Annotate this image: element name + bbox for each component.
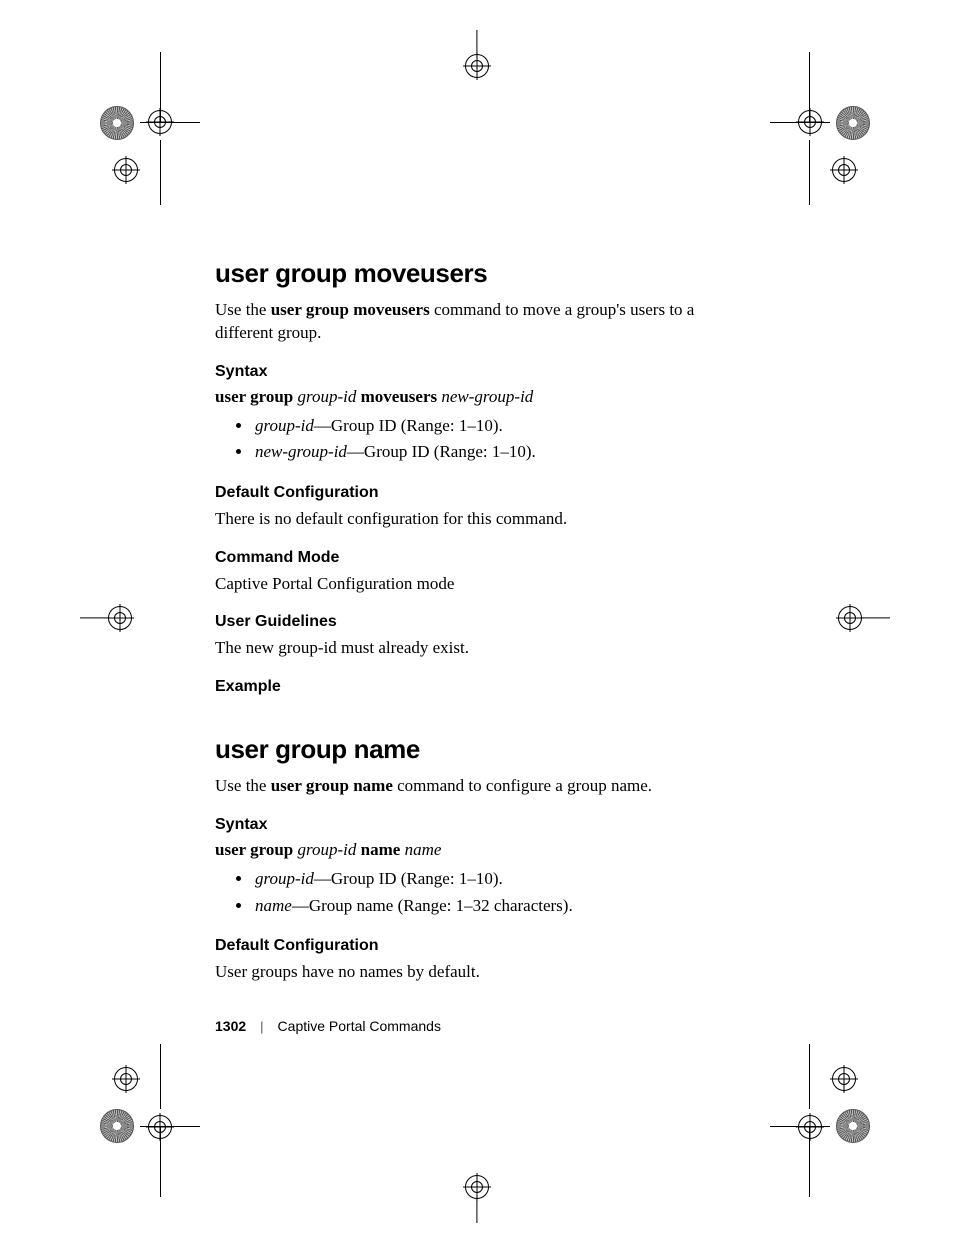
syntax-p1-2: user group — [215, 840, 298, 859]
param-desc: —Group ID (Range: 1–10). — [347, 442, 536, 461]
default-text-2: User groups have no names by default. — [215, 961, 745, 984]
list-item: new-group-id—Group ID (Range: 1–10). — [253, 439, 745, 465]
default-heading-2: Default Configuration — [215, 937, 745, 955]
list-item: group-id—Group ID (Range: 1–10). — [253, 866, 745, 892]
mode-text-1: Captive Portal Configuration mode — [215, 573, 745, 596]
syntax-line-1: user group group-id moveusers new-group-… — [215, 387, 745, 407]
intro-bold-1: user group moveusers — [271, 300, 430, 319]
intro-post-2: command to configure a group name. — [393, 776, 652, 795]
syntax-p3-1: moveusers — [356, 387, 441, 406]
param-name: group-id — [255, 869, 314, 888]
crop-mark-center-top — [461, 30, 493, 80]
intro-paragraph-1: Use the user group moveusers command to … — [215, 299, 745, 345]
param-desc: —Group ID (Range: 1–10). — [314, 869, 503, 888]
divider-icon: | — [260, 1019, 263, 1034]
crop-mark-top-left — [80, 72, 200, 192]
intro-paragraph-2: Use the user group name command to confi… — [215, 775, 745, 798]
crop-mark-center-left — [80, 602, 140, 634]
page-footer: 1302 | Captive Portal Commands — [215, 1018, 745, 1034]
guidelines-heading-1: User Guidelines — [215, 613, 745, 631]
mode-heading-1: Command Mode — [215, 549, 745, 567]
default-heading-1: Default Configuration — [215, 484, 745, 502]
page: user group moveusers Use the user group … — [0, 0, 954, 1235]
list-item: group-id—Group ID (Range: 1–10). — [253, 413, 745, 439]
param-desc: —Group name (Range: 1–32 characters). — [292, 896, 573, 915]
crop-mark-center-bottom — [461, 1173, 493, 1223]
syntax-heading-2: Syntax — [215, 816, 745, 834]
command-title-2: user group name — [215, 734, 745, 765]
list-item: name—Group name (Range: 1–32 characters)… — [253, 893, 745, 919]
syntax-p2-2: group-id — [298, 840, 357, 859]
intro-pre-2: Use the — [215, 776, 271, 795]
section-gap — [215, 702, 745, 734]
param-name: name — [255, 896, 292, 915]
guidelines-text-1: The new group-id must already exist. — [215, 637, 745, 660]
crop-mark-bottom-right — [770, 1057, 890, 1177]
syntax-line-2: user group group-id name name — [215, 840, 745, 860]
syntax-p1-1: user group — [215, 387, 298, 406]
default-text-1: There is no default configuration for th… — [215, 508, 745, 531]
params-list-1: group-id—Group ID (Range: 1–10). new-gro… — [215, 413, 745, 466]
page-number: 1302 — [215, 1018, 246, 1034]
footer-section: Captive Portal Commands — [278, 1018, 441, 1034]
syntax-p3-2: name — [356, 840, 404, 859]
command-title-1: user group moveusers — [215, 258, 745, 289]
crop-mark-bottom-left — [80, 1057, 200, 1177]
syntax-p2-1: group-id — [298, 387, 357, 406]
syntax-p4-2: name — [405, 840, 442, 859]
crop-mark-center-right — [830, 602, 890, 634]
example-heading-1: Example — [215, 678, 745, 696]
params-list-2: group-id—Group ID (Range: 1–10). name—Gr… — [215, 866, 745, 919]
syntax-p4-1: new-group-id — [441, 387, 533, 406]
param-name: group-id — [255, 416, 314, 435]
intro-bold-2: user group name — [271, 776, 393, 795]
page-content: user group moveusers Use the user group … — [215, 258, 745, 996]
param-name: new-group-id — [255, 442, 347, 461]
param-desc: —Group ID (Range: 1–10). — [314, 416, 503, 435]
crop-mark-top-right — [770, 72, 890, 192]
intro-pre-1: Use the — [215, 300, 271, 319]
syntax-heading-1: Syntax — [215, 363, 745, 381]
